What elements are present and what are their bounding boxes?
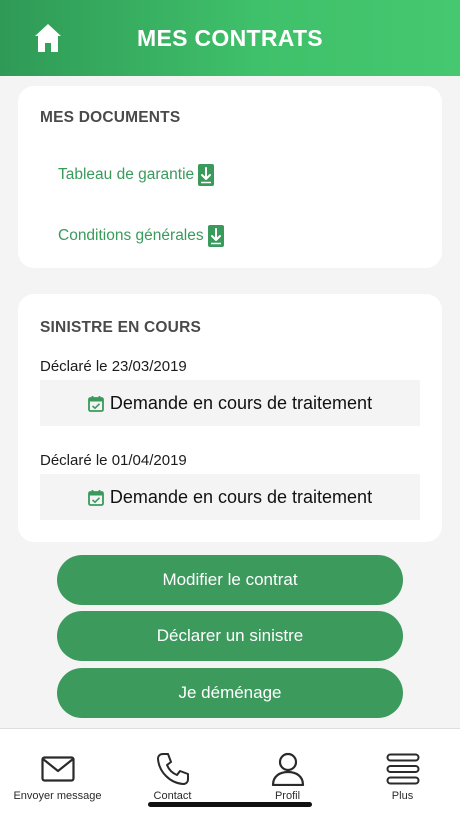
claim-status-label: Demande en cours de traitement xyxy=(109,486,373,507)
tab-label: Envoyer message xyxy=(13,790,102,802)
moving-button[interactable]: Je déménage xyxy=(57,668,403,718)
download-icon xyxy=(198,164,215,186)
claim-declared-date: Déclaré le 23/03/2019 xyxy=(40,358,187,375)
home-indicator xyxy=(148,802,312,807)
sinistre-title: SINISTRE EN COURS xyxy=(40,319,202,336)
declare-claim-button[interactable]: Déclarer un sinistre xyxy=(57,611,403,661)
user-icon xyxy=(271,752,304,786)
conditions-generales-link[interactable]: Conditions générales xyxy=(58,225,224,247)
tab-more[interactable]: Plus xyxy=(345,729,460,805)
home-button[interactable] xyxy=(32,22,64,54)
page-title: MES CONTRATS xyxy=(137,24,323,51)
envelope-icon xyxy=(40,756,75,782)
tab-send-message[interactable]: Envoyer message xyxy=(0,729,115,805)
documents-card: MES DOCUMENTS Tableau de garantie Condit… xyxy=(18,86,442,268)
claim-status[interactable]: Demande en cours de traitement xyxy=(40,474,420,520)
phone-icon xyxy=(156,753,189,785)
sinistre-card: SINISTRE EN COURS Déclaré le 23/03/2019 … xyxy=(18,294,442,542)
calendar-check-icon xyxy=(88,395,104,412)
tableau-garantie-link[interactable]: Tableau de garantie xyxy=(58,164,215,186)
claim-status-label: Demande en cours de traitement xyxy=(109,392,373,413)
tab-label: Contact xyxy=(153,790,192,802)
tab-contact[interactable]: Contact xyxy=(115,729,230,805)
claim-status[interactable]: Demande en cours de traitement xyxy=(40,380,420,426)
claim-declared-date: Déclaré le 01/04/2019 xyxy=(40,452,187,469)
tab-profile[interactable]: Profil xyxy=(230,729,345,805)
doc-link-label: Conditions générales xyxy=(58,227,204,244)
modify-contract-button[interactable]: Modifier le contrat xyxy=(57,555,403,605)
tab-label: Plus xyxy=(391,790,414,802)
menu-icon xyxy=(386,753,419,785)
calendar-check-icon xyxy=(88,489,104,506)
tab-label: Profil xyxy=(274,790,301,802)
home-icon xyxy=(35,24,61,52)
documents-title: MES DOCUMENTS xyxy=(40,109,181,126)
doc-link-label: Tableau de garantie xyxy=(58,166,195,183)
download-icon xyxy=(207,225,224,247)
app-header: MES CONTRATS xyxy=(0,0,460,76)
